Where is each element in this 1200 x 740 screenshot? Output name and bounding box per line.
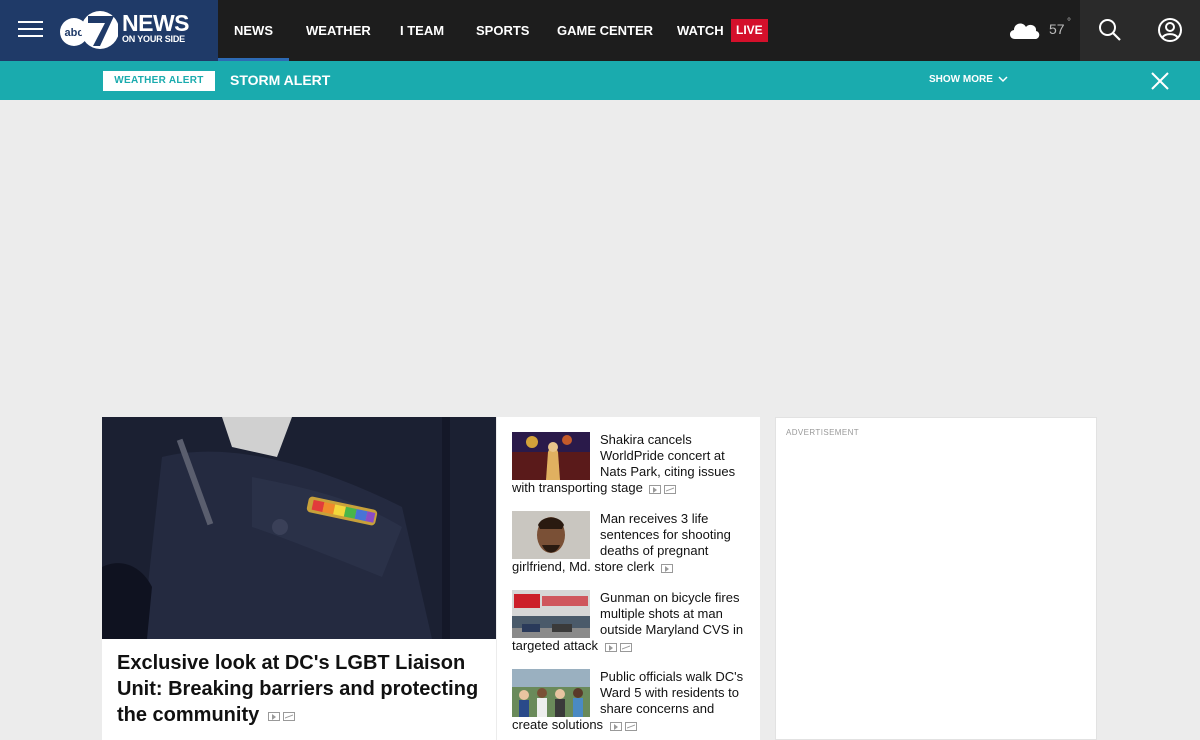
brand-area: abc NEWS ON YOUR SIDE bbox=[0, 0, 218, 61]
logo-news-text: NEWS bbox=[122, 10, 190, 36]
nav-i-team[interactable]: I TEAM bbox=[400, 0, 444, 61]
degree-symbol: ° bbox=[1067, 17, 1071, 28]
svg-text:abc: abc bbox=[65, 27, 84, 39]
video-icon bbox=[604, 642, 617, 652]
show-more-button[interactable]: SHOW MORE bbox=[929, 74, 1008, 85]
video-icon bbox=[649, 484, 662, 494]
story-thumbnail bbox=[512, 590, 590, 638]
nav-watch[interactable]: WATCH bbox=[677, 0, 724, 61]
story-media-icons bbox=[646, 481, 677, 497]
advertisement-label: ADVERTISEMENT bbox=[786, 428, 860, 437]
search-button[interactable] bbox=[1080, 0, 1140, 61]
video-icon bbox=[660, 563, 673, 573]
list-item[interactable]: Man receives 3 life sentences for shooti… bbox=[512, 511, 750, 576]
list-item[interactable]: Shakira cancels WorldPride concert at Na… bbox=[512, 432, 750, 497]
story-media-icons bbox=[658, 560, 673, 576]
story-list: Shakira cancels WorldPride concert at Na… bbox=[497, 417, 760, 740]
photo-icon bbox=[624, 721, 637, 731]
nav-news[interactable]: NEWS bbox=[218, 0, 289, 61]
weather-alert-bar: WEATHER ALERT STORM ALERT SHOW MORE bbox=[0, 61, 1200, 100]
video-icon bbox=[267, 711, 280, 721]
logo-tagline: ON YOUR SIDE bbox=[122, 34, 185, 44]
nav-game-center[interactable]: GAME CENTER bbox=[557, 0, 653, 61]
hero-headline[interactable]: Exclusive look at DC's LGBT Liaison Unit… bbox=[117, 650, 487, 729]
story-media-icons bbox=[607, 718, 637, 734]
story-thumbnail bbox=[512, 669, 590, 717]
video-icon bbox=[609, 721, 622, 731]
top-navigation: abc NEWS ON YOUR SIDE NEWS WEATHER I TEA… bbox=[0, 0, 1200, 61]
cloud-icon bbox=[1009, 23, 1040, 39]
station-logo[interactable]: abc NEWS ON YOUR SIDE bbox=[60, 8, 190, 52]
menu-icon[interactable] bbox=[18, 19, 43, 41]
hero-title-text: Exclusive look at DC's LGBT Liaison Unit… bbox=[117, 652, 479, 726]
temperature-value: 57 bbox=[1049, 21, 1065, 37]
story-thumbnail bbox=[512, 432, 590, 480]
hero-story: Exclusive look at DC's LGBT Liaison Unit… bbox=[102, 417, 496, 740]
photo-icon bbox=[282, 711, 295, 721]
advertisement-panel[interactable]: ADVERTISEMENT bbox=[775, 417, 1097, 740]
alert-title[interactable]: STORM ALERT bbox=[230, 72, 330, 88]
search-icon bbox=[1099, 19, 1121, 41]
hero-media-icons bbox=[265, 703, 295, 729]
hero-image[interactable] bbox=[102, 417, 496, 639]
abc7-logo-icon: abc bbox=[60, 11, 118, 49]
police-uniform-image bbox=[102, 417, 496, 639]
list-item[interactable]: Public officials walk DC's Ward 5 with r… bbox=[512, 669, 750, 734]
weather-widget[interactable]: 57 ° bbox=[1007, 16, 1077, 44]
show-more-label: SHOW MORE bbox=[929, 74, 993, 85]
photo-icon bbox=[664, 484, 677, 494]
nav-sports[interactable]: SPORTS bbox=[476, 0, 529, 61]
list-item[interactable]: Gunman on bicycle fires multiple shots a… bbox=[512, 590, 750, 655]
nav-weather[interactable]: WEATHER bbox=[306, 0, 371, 61]
user-icon bbox=[1158, 18, 1182, 42]
story-media-icons bbox=[602, 639, 632, 655]
photo-icon bbox=[619, 642, 632, 652]
chevron-down-icon bbox=[998, 76, 1008, 82]
story-thumbnail bbox=[512, 511, 590, 559]
account-button[interactable] bbox=[1140, 0, 1200, 61]
live-badge[interactable]: LIVE bbox=[731, 19, 768, 42]
weather-alert-tag: WEATHER ALERT bbox=[103, 71, 215, 91]
close-icon[interactable] bbox=[1150, 71, 1170, 91]
